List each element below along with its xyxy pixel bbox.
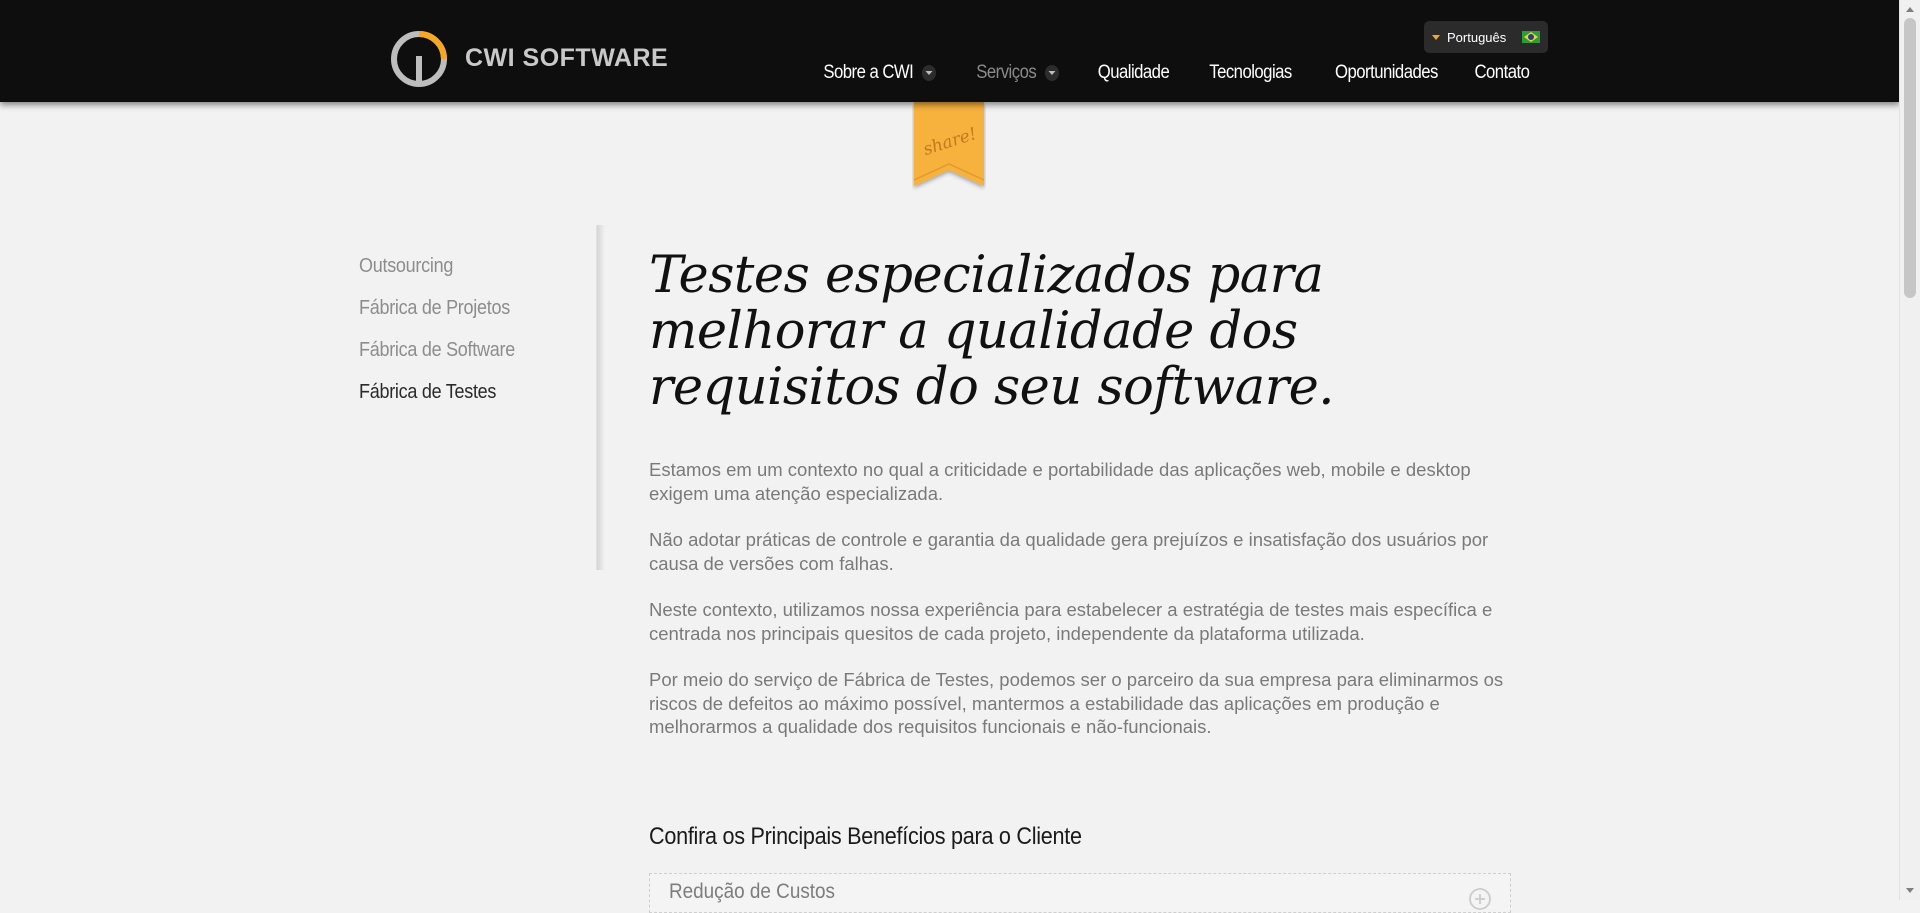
sidebar-item-fabrica-testes[interactable]: Fábrica de Testes — [359, 376, 515, 418]
language-label: Português — [1447, 29, 1507, 45]
plus-circle-icon — [1469, 888, 1491, 910]
page-headline: Testes especializados para melhorar a qu… — [649, 246, 1335, 417]
intro-text: Estamos em um contexto no qual a critici… — [649, 458, 1509, 762]
cwi-logo[interactable]: CWI SOFTWARE — [383, 29, 668, 87]
top-header: CWI SOFTWARE Português Sobre a CWI Servi… — [0, 0, 1900, 102]
logo-text: CWI SOFTWARE — [465, 43, 669, 72]
services-sidebar: Outsourcing Fábrica de Projetos Fábrica … — [359, 250, 532, 418]
cwi-logo-icon — [391, 31, 447, 87]
chevron-down-icon — [921, 65, 936, 81]
language-selector[interactable]: Português — [1424, 21, 1548, 53]
nav-item-contato[interactable]: Contato — [1474, 62, 1529, 84]
nav-item-tecnologias[interactable]: Tecnologias — [1209, 62, 1292, 84]
sidebar-divider — [596, 225, 605, 570]
paragraph: Estamos em um contexto no qual a critici… — [649, 459, 1471, 504]
nav-label: Contato — [1474, 62, 1529, 83]
accordion-item-reducao-custos[interactable]: Redução de Custos — [649, 873, 1511, 913]
brazil-flag-icon — [1522, 31, 1540, 43]
chevron-down-icon — [1044, 65, 1059, 81]
nav-item-servicos[interactable]: Serviços — [976, 62, 1059, 84]
nav-item-oportunidades[interactable]: Oportunidades — [1335, 62, 1438, 84]
paragraph: Não adotar práticas de controle e garant… — [649, 529, 1489, 574]
paragraph: Neste contexto, utilizamos nossa experiê… — [649, 599, 1493, 644]
nav-item-qualidade[interactable]: Qualidade — [1097, 62, 1170, 84]
sidebar-item-outsourcing[interactable]: Outsourcing — [359, 250, 515, 292]
accordion-label: Redução de Custos — [669, 880, 836, 903]
share-ribbon[interactable]: share! — [912, 102, 986, 194]
sidebar-item-fabrica-projetos[interactable]: Fábrica de Projetos — [359, 292, 515, 334]
nav-label: Sobre a CWI — [822, 62, 913, 83]
scroll-down-arrow-icon[interactable] — [1906, 888, 1914, 893]
benefits-heading: Confira os Principais Benefícios para o … — [649, 823, 1082, 850]
scroll-up-arrow-icon[interactable] — [1906, 7, 1914, 12]
sidebar-item-fabrica-software[interactable]: Fábrica de Software — [359, 334, 515, 376]
paragraph: Por meio do serviço de Fábrica de Testes… — [649, 669, 1504, 737]
nav-label: Qualidade — [1097, 62, 1170, 83]
nav-label: Tecnologias — [1209, 62, 1292, 83]
scrollbar-thumb[interactable] — [1904, 18, 1916, 298]
caret-down-icon — [1432, 34, 1440, 40]
nav-label: Oportunidades — [1334, 62, 1438, 83]
page-scrollbar[interactable] — [1899, 0, 1920, 900]
main-nav: Sobre a CWI Serviços Qualidade Tecnologi… — [808, 62, 1530, 84]
nav-label: Serviços — [976, 62, 1036, 83]
nav-item-sobre[interactable]: Sobre a CWI — [823, 62, 936, 84]
